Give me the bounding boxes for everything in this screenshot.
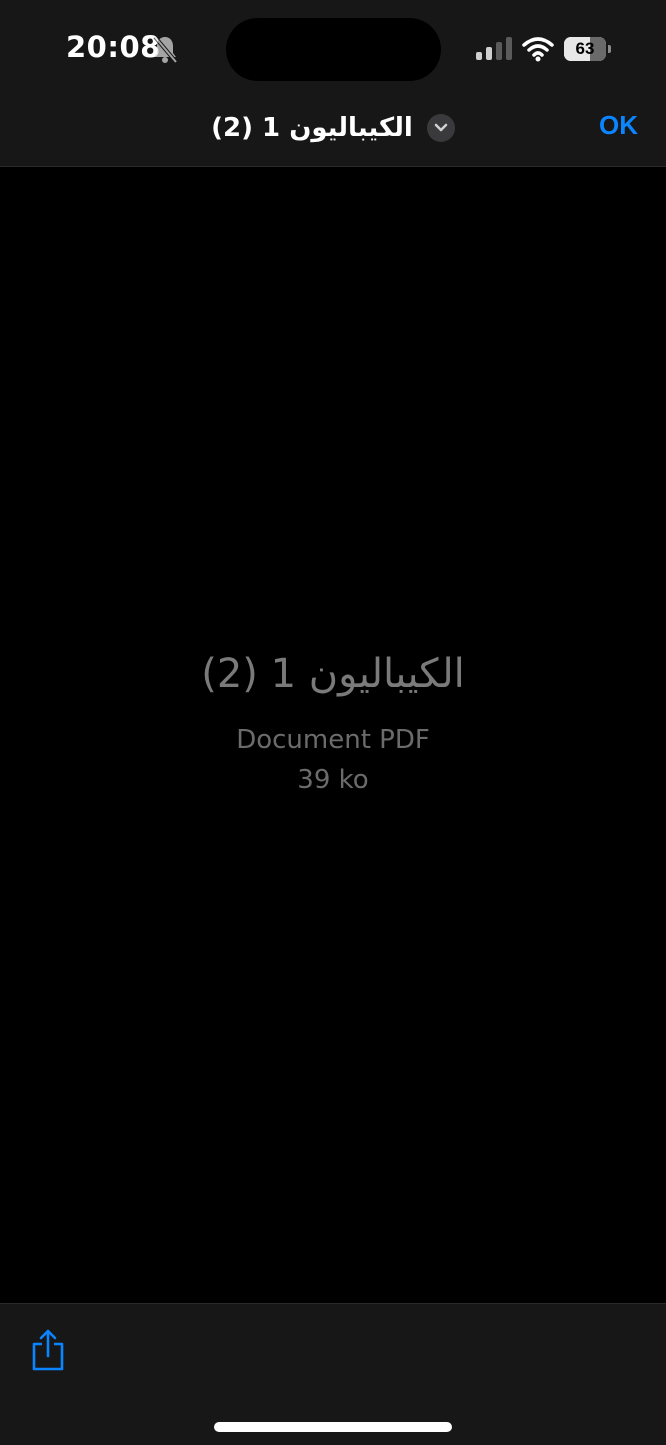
home-indicator[interactable]	[214, 1422, 452, 1432]
battery-icon: 63	[564, 37, 612, 61]
battery-body: 63	[564, 37, 606, 61]
file-size: 39 ko	[297, 765, 369, 795]
bell-slash-icon	[153, 35, 178, 64]
dynamic-island	[226, 18, 441, 81]
done-button[interactable]: OK	[599, 110, 638, 141]
wifi-icon	[522, 37, 554, 62]
battery-level: 63	[575, 39, 595, 58]
battery-cap	[608, 45, 611, 53]
top-bar: 20:08 63 الكيباليون 1 (2) OK	[0, 0, 666, 167]
status-time: 20:08	[66, 30, 161, 64]
file-type: Document PDF	[236, 725, 430, 755]
nav-title[interactable]: الكيباليون 1 (2)	[211, 113, 413, 143]
cellular-signal-icon	[476, 37, 512, 60]
bottom-toolbar	[0, 1303, 666, 1445]
document-preview: الكيباليون 1 (2) Document PDF 39 ko	[0, 167, 666, 1303]
chevron-down-icon[interactable]	[426, 114, 455, 142]
nav-title-area[interactable]: الكيباليون 1 (2)	[0, 108, 666, 148]
file-name: الكيباليون 1 (2)	[201, 651, 465, 697]
share-icon[interactable]	[30, 1328, 66, 1372]
